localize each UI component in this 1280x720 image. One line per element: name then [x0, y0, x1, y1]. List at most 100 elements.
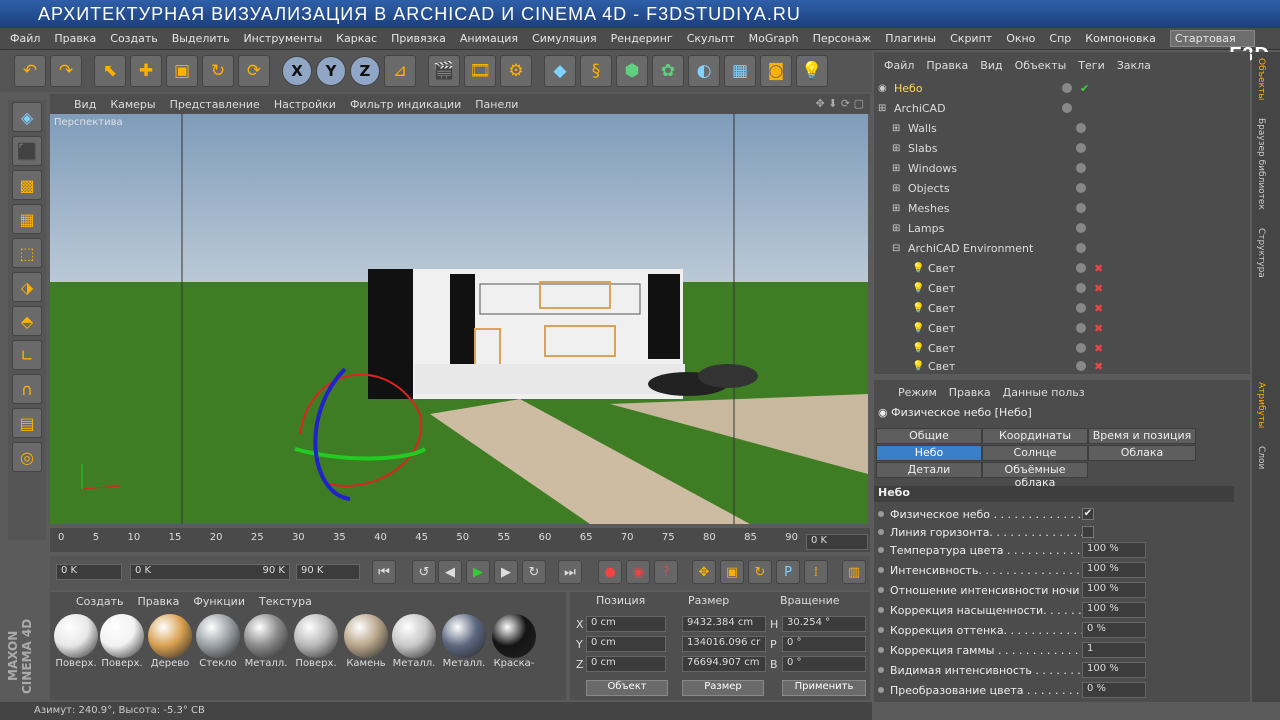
- property-value-field[interactable]: 1: [1082, 642, 1146, 658]
- horizon-checkbox[interactable]: [1082, 526, 1094, 538]
- animate-dot[interactable]: [878, 547, 884, 553]
- live-select-icon[interactable]: ⬉: [94, 55, 126, 87]
- recent-tool-icon[interactable]: ⟳: [238, 55, 270, 87]
- autokey-icon[interactable]: ◉: [626, 560, 650, 584]
- prev-frame-icon[interactable]: ◀: [438, 560, 462, 584]
- pos-x-field[interactable]: 0 cm: [586, 616, 666, 632]
- object-row[interactable]: 💡 Свет ✖: [878, 338, 1238, 358]
- array-icon[interactable]: ✿: [652, 55, 684, 87]
- material-swatch[interactable]: Камень: [342, 614, 390, 670]
- animate-dot[interactable]: [878, 607, 884, 613]
- object-row[interactable]: 💡 Свет ✖: [878, 258, 1238, 278]
- material-swatch[interactable]: Дерево: [146, 614, 194, 670]
- redo-icon[interactable]: ↷: [50, 55, 82, 87]
- key-parameter-icon[interactable]: P: [776, 560, 800, 584]
- play-icon[interactable]: ▶: [466, 560, 490, 584]
- menu-window[interactable]: Окно: [1006, 32, 1035, 45]
- coord-mode-select[interactable]: Объект: [586, 680, 668, 696]
- viewport-menu-display[interactable]: Представление: [170, 98, 260, 111]
- object-tag[interactable]: ✖: [1094, 360, 1103, 373]
- object-row[interactable]: ⊞ Lamps: [878, 218, 1238, 238]
- object-tag[interactable]: ✖: [1094, 262, 1103, 275]
- side-tab-objects[interactable]: Объекты: [1256, 58, 1266, 100]
- make-editable-icon[interactable]: ◈: [12, 102, 42, 132]
- snap-magnet-icon[interactable]: ∩: [12, 374, 42, 404]
- viewport-menu-cameras[interactable]: Камеры: [110, 98, 155, 111]
- viewport-menu-options[interactable]: Настройки: [274, 98, 336, 111]
- edges-mode-icon[interactable]: ⬗: [12, 272, 42, 302]
- material-swatch[interactable]: Стекло: [194, 614, 242, 670]
- menu-create[interactable]: Создать: [110, 32, 158, 45]
- undo-icon[interactable]: ↶: [14, 55, 46, 87]
- menu-select[interactable]: Выделить: [172, 32, 230, 45]
- attribute-menu-userdata[interactable]: Данные польз: [1003, 386, 1085, 399]
- object-menu-objects[interactable]: Объекты: [1015, 59, 1067, 72]
- axis-mode-icon[interactable]: ∟: [12, 340, 42, 370]
- material-menu-edit[interactable]: Правка: [138, 595, 180, 608]
- side-tab-content-browser[interactable]: Браузер библиотек: [1256, 118, 1266, 210]
- size-z-field[interactable]: 76694.907 cm: [682, 656, 766, 672]
- object-tag[interactable]: ✖: [1094, 342, 1103, 355]
- object-row[interactable]: ⊞ Meshes: [878, 198, 1238, 218]
- deformer-icon[interactable]: ◐: [688, 55, 720, 87]
- property-value-field[interactable]: 0 %: [1082, 682, 1146, 698]
- object-row[interactable]: 💡 Свет ✖: [878, 298, 1238, 318]
- visibility-dot[interactable]: [1062, 83, 1072, 93]
- menu-animate[interactable]: Анимация: [460, 32, 518, 45]
- tab-clouds[interactable]: Облака: [1088, 445, 1196, 461]
- object-row[interactable]: 💡 Свет ✖: [878, 318, 1238, 338]
- object-row[interactable]: ◉ Небо ✔: [878, 78, 1238, 98]
- object-tag[interactable]: ✖: [1094, 322, 1103, 335]
- animate-dot[interactable]: [878, 587, 884, 593]
- menu-character[interactable]: Персонаж: [813, 32, 872, 45]
- animate-dot[interactable]: [878, 567, 884, 573]
- menu-sculpt[interactable]: Скульпт: [687, 32, 735, 45]
- rot-h-field[interactable]: 30.254 °: [782, 616, 866, 632]
- y-axis-lock-icon[interactable]: Y: [316, 56, 346, 86]
- subdivision-icon[interactable]: ⬢: [616, 55, 648, 87]
- menu-layout[interactable]: Компоновка: [1085, 32, 1156, 45]
- object-menu-edit[interactable]: Правка: [926, 59, 968, 72]
- material-menu-texture[interactable]: Текстура: [259, 595, 312, 608]
- size-mode-select[interactable]: Размер: [682, 680, 764, 696]
- object-menu-view[interactable]: Вид: [980, 59, 1002, 72]
- object-row[interactable]: 💡 Свет ✖: [878, 358, 1238, 374]
- physical-sky-checkbox[interactable]: ✔: [1082, 508, 1094, 520]
- material-swatch[interactable]: Поверх.: [98, 614, 146, 670]
- attribute-menu-edit[interactable]: Правка: [949, 386, 991, 399]
- next-frame-icon[interactable]: ▶: [494, 560, 518, 584]
- polygons-mode-icon[interactable]: ⬘: [12, 306, 42, 336]
- visibility-dot[interactable]: [1076, 361, 1086, 371]
- rot-b-field[interactable]: 0 °: [782, 656, 866, 672]
- visibility-dot[interactable]: [1076, 123, 1086, 133]
- material-menu-create[interactable]: Создать: [76, 595, 124, 608]
- viewport-nav-icons[interactable]: ✥ ⬇ ⟳ ▢: [815, 97, 864, 110]
- workplane-icon[interactable]: ▦: [12, 204, 42, 234]
- coordinate-system-icon[interactable]: ⊿: [384, 55, 416, 87]
- visibility-dot[interactable]: [1076, 323, 1086, 333]
- pos-z-field[interactable]: 0 cm: [586, 656, 666, 672]
- visibility-dot[interactable]: [1076, 223, 1086, 233]
- object-row[interactable]: ⊞ Windows: [878, 158, 1238, 178]
- property-value-field[interactable]: 100 %: [1082, 602, 1146, 618]
- viewport-menu-filter[interactable]: Фильтр индикации: [350, 98, 461, 111]
- timeline-ruler[interactable]: 0 5 10 15 20 25 30 35 40 45 50 55 60 65 …: [50, 528, 870, 552]
- attribute-menu-mode[interactable]: Режим: [898, 386, 937, 399]
- visibility-dot[interactable]: [1076, 343, 1086, 353]
- material-swatch[interactable]: Краска-: [490, 614, 538, 670]
- animate-dot[interactable]: [878, 667, 884, 673]
- scale-icon[interactable]: ▣: [166, 55, 198, 87]
- property-value-field[interactable]: 100 %: [1082, 662, 1146, 678]
- key-rotation-icon[interactable]: ↻: [748, 560, 772, 584]
- key-position-icon[interactable]: ✥: [692, 560, 716, 584]
- menu-script[interactable]: Скрипт: [950, 32, 992, 45]
- visibility-dot[interactable]: [1076, 283, 1086, 293]
- record-keys-icon[interactable]: ●: [598, 560, 622, 584]
- object-tag[interactable]: ✔: [1080, 82, 1089, 95]
- object-row[interactable]: ⊞ Walls: [878, 118, 1238, 138]
- property-value-field[interactable]: 100 %: [1082, 542, 1146, 558]
- animate-dot[interactable]: [878, 687, 884, 693]
- visibility-dot[interactable]: [1076, 263, 1086, 273]
- prev-key-icon[interactable]: ↺: [412, 560, 436, 584]
- texture-mode-icon[interactable]: ▩: [12, 170, 42, 200]
